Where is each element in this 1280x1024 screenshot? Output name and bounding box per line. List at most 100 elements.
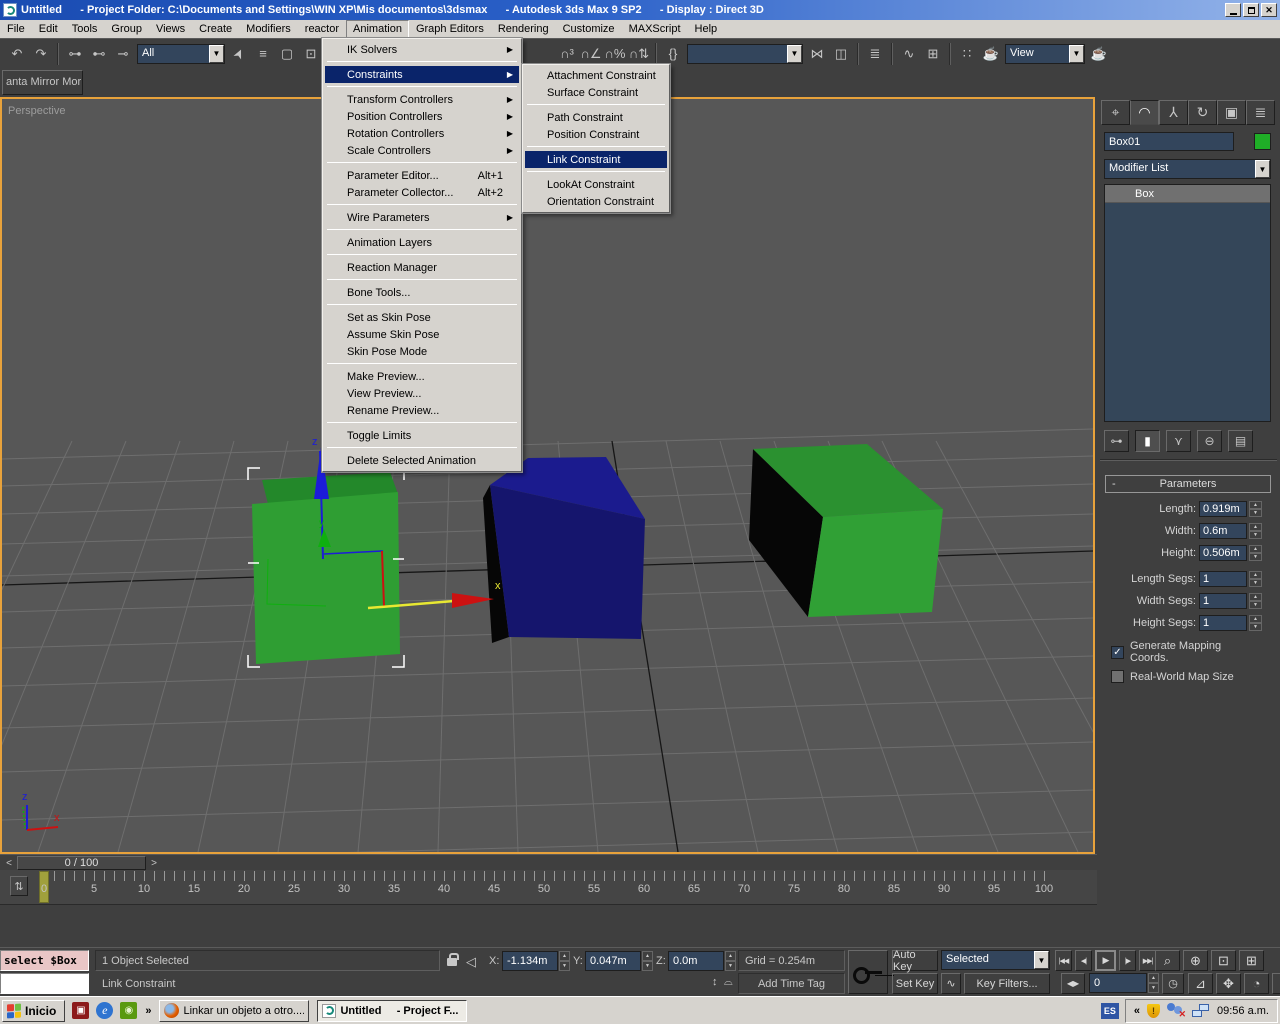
gizmo-x-arrowhead[interactable] (452, 593, 494, 608)
tab-modify-icon[interactable]: ◠ (1130, 100, 1159, 125)
zoom-extents-icon[interactable]: ⊡ (1211, 950, 1236, 971)
spinner-arrows[interactable]: ▲ ▼ (1249, 522, 1262, 539)
stack-item-box[interactable]: Box (1105, 185, 1270, 203)
network-icon[interactable] (1192, 1003, 1210, 1018)
menu-modifiers[interactable]: Modifiers (239, 20, 298, 38)
menu-rendering[interactable]: Rendering (491, 20, 556, 38)
menu-reactor[interactable]: reactor (298, 20, 346, 38)
tab-motion-icon[interactable]: ↻ (1188, 100, 1217, 125)
menu-tools[interactable]: Tools (65, 20, 105, 38)
menu-file[interactable]: File (0, 20, 32, 38)
remove-modifier-icon[interactable]: ⊖ (1197, 430, 1222, 452)
time-configuration-icon[interactable]: ◷ (1162, 973, 1184, 994)
submenu-item-surface-constraint[interactable]: Surface Constraint (525, 84, 667, 101)
spinner-arrows[interactable]: ▲ ▼ (1249, 570, 1262, 587)
submenu-item-link-constraint[interactable]: Link Constraint (525, 151, 667, 168)
open-mini-curve-editor-icon[interactable]: ⇅ (10, 876, 28, 896)
object-name-field[interactable]: Box01 (1104, 132, 1234, 151)
select-object-icon[interactable]: ➤ (223, 38, 254, 68)
quick-launch-app-icon[interactable]: ▣ (72, 1002, 90, 1019)
checkbox-box-real-world-map-size[interactable] (1111, 670, 1124, 683)
dropdown-arrow-icon[interactable]: ▼ (787, 44, 802, 63)
prompt-pane-resize-icon[interactable]: ↕ (712, 976, 718, 988)
menu-create[interactable]: Create (192, 20, 239, 38)
param-field-width-segs[interactable]: 1 (1199, 592, 1247, 609)
menu-maxscript[interactable]: MAXScript (622, 20, 688, 38)
dropdown-arrow-icon[interactable]: ▼ (1255, 160, 1270, 178)
menu-item-set-as-skin-pose[interactable]: Set as Skin Pose (325, 309, 519, 326)
menu-animation[interactable]: Animation (346, 20, 409, 38)
menu-item-animation-layers[interactable]: Animation Layers (325, 234, 519, 251)
menu-item-transform-controllers[interactable]: Transform Controllers ▶ (325, 91, 519, 108)
zoom-icon[interactable]: ⌕ (1155, 950, 1180, 971)
tab-display-icon[interactable]: ▣ (1217, 100, 1246, 125)
close-button[interactable]: ✕ (1261, 3, 1277, 17)
set-key-button[interactable]: Set Key (892, 973, 938, 994)
zoom-extents-all-icon[interactable]: ⊞ (1239, 950, 1264, 971)
menu-item-parameter-editor[interactable]: Parameter Editor... Alt+1 (325, 167, 519, 184)
start-button[interactable]: Inicio (2, 999, 66, 1022)
default-in-out-tangents-icon[interactable]: ∿ (941, 973, 961, 994)
menu-group[interactable]: Group (104, 20, 149, 38)
show-end-result-icon[interactable]: ▮ (1135, 430, 1160, 452)
curve-editor-icon[interactable]: ∿ (898, 42, 920, 66)
toolbar-tab[interactable]: anta Mirror Mor (2, 70, 83, 95)
param-field-length[interactable]: 0.919m (1199, 500, 1247, 517)
previous-frame-icon[interactable]: ◀| (1075, 950, 1092, 971)
checkbox-box-generate-mapping-coords[interactable]: ✓ (1111, 645, 1124, 659)
field-of-view-icon[interactable]: ⊿ (1188, 973, 1213, 994)
menu-item-position-controllers[interactable]: Position Controllers ▶ (325, 108, 519, 125)
z-coordinate-field[interactable]: 0.0m (668, 951, 724, 971)
dropdown-arrow-icon[interactable]: ▼ (1034, 951, 1049, 969)
layer-manager-icon[interactable]: ≣ (864, 42, 886, 66)
menu-item-rotation-controllers[interactable]: Rotation Controllers ▶ (325, 125, 519, 142)
menu-graph-editors[interactable]: Graph Editors (409, 20, 491, 38)
checkbox-generate-mapping-coords[interactable]: ✓ Generate Mapping Coords. (1103, 640, 1262, 664)
spinner-arrows[interactable]: ▲ ▼ (1249, 614, 1262, 631)
menu-item-view-preview[interactable]: View Preview... (325, 385, 519, 402)
menu-item-rename-preview[interactable]: Rename Preview... (325, 402, 519, 419)
menu-item-ik-solvers[interactable]: IK Solvers ▶ (325, 41, 519, 58)
time-slider-value[interactable]: 0 / 100 (17, 856, 146, 870)
param-field-width[interactable]: 0.6m (1199, 522, 1247, 539)
maxscript-mini-input[interactable] (0, 973, 89, 994)
restore-button[interactable] (1243, 3, 1259, 17)
menu-edit[interactable]: Edit (32, 20, 65, 38)
rollout-collapse-icon[interactable]: - (1112, 478, 1116, 490)
box03-front-face[interactable] (808, 509, 943, 617)
submenu-item-attachment-constraint[interactable]: Attachment Constraint (525, 67, 667, 84)
tab-create-icon[interactable]: ⌖ (1101, 100, 1130, 125)
spinner-arrows[interactable]: ▲ ▼ (1249, 592, 1262, 609)
spinner-snap-icon[interactable]: ∩⇅ (628, 42, 650, 66)
submenu-item-position-constraint[interactable]: Position Constraint (525, 126, 667, 143)
tab-hierarchy-icon[interactable]: ⅄ (1159, 100, 1188, 125)
dropdown-arrow-icon[interactable]: ▼ (1069, 44, 1084, 63)
zoom-all-icon[interactable]: ⊕ (1183, 950, 1208, 971)
y-spinner[interactable]: ▲ ▼ (642, 951, 653, 971)
select-and-link-icon[interactable]: ⊶ (64, 42, 86, 66)
menu-item-make-preview[interactable]: Make Preview... (325, 368, 519, 385)
time-slider-prev-arrow[interactable]: < (2, 856, 16, 870)
x-coordinate-field[interactable]: -1.134m (502, 951, 558, 971)
menu-customize[interactable]: Customize (556, 20, 622, 38)
set-keys-button[interactable] (848, 950, 888, 994)
quick-launch-media-icon[interactable]: ◉ (120, 1002, 138, 1019)
snap-toggle-3d-icon[interactable]: ∩³ (556, 42, 578, 66)
param-field-length-segs[interactable]: 1 (1199, 570, 1247, 587)
submenu-item-path-constraint[interactable]: Path Constraint (525, 109, 667, 126)
go-to-start-icon[interactable]: |◀◀ (1055, 950, 1072, 971)
render-scene-icon[interactable]: ☕ (980, 42, 1002, 66)
x-spinner[interactable]: ▲ ▼ (559, 951, 570, 971)
edit-named-selection-sets-icon[interactable]: {} (662, 42, 684, 66)
bind-to-space-warp-icon[interactable]: ⊸ (112, 42, 134, 66)
menu-item-assume-skin-pose[interactable]: Assume Skin Pose (325, 326, 519, 343)
rect-selection-region-icon[interactable]: ▢ (276, 42, 298, 66)
maxscript-mini-listener[interactable]: select $Box (0, 950, 89, 971)
internet-explorer-icon[interactable]: e (96, 1002, 114, 1019)
viewport-label[interactable]: Perspective (8, 105, 65, 117)
play-icon[interactable]: ▶ (1095, 950, 1116, 971)
selection-lock-icon[interactable] (447, 953, 459, 966)
go-to-end-icon[interactable]: ▶▶| (1139, 950, 1156, 971)
param-field-height-segs[interactable]: 1 (1199, 614, 1247, 631)
menu-item-bone-tools[interactable]: Bone Tools... (325, 284, 519, 301)
